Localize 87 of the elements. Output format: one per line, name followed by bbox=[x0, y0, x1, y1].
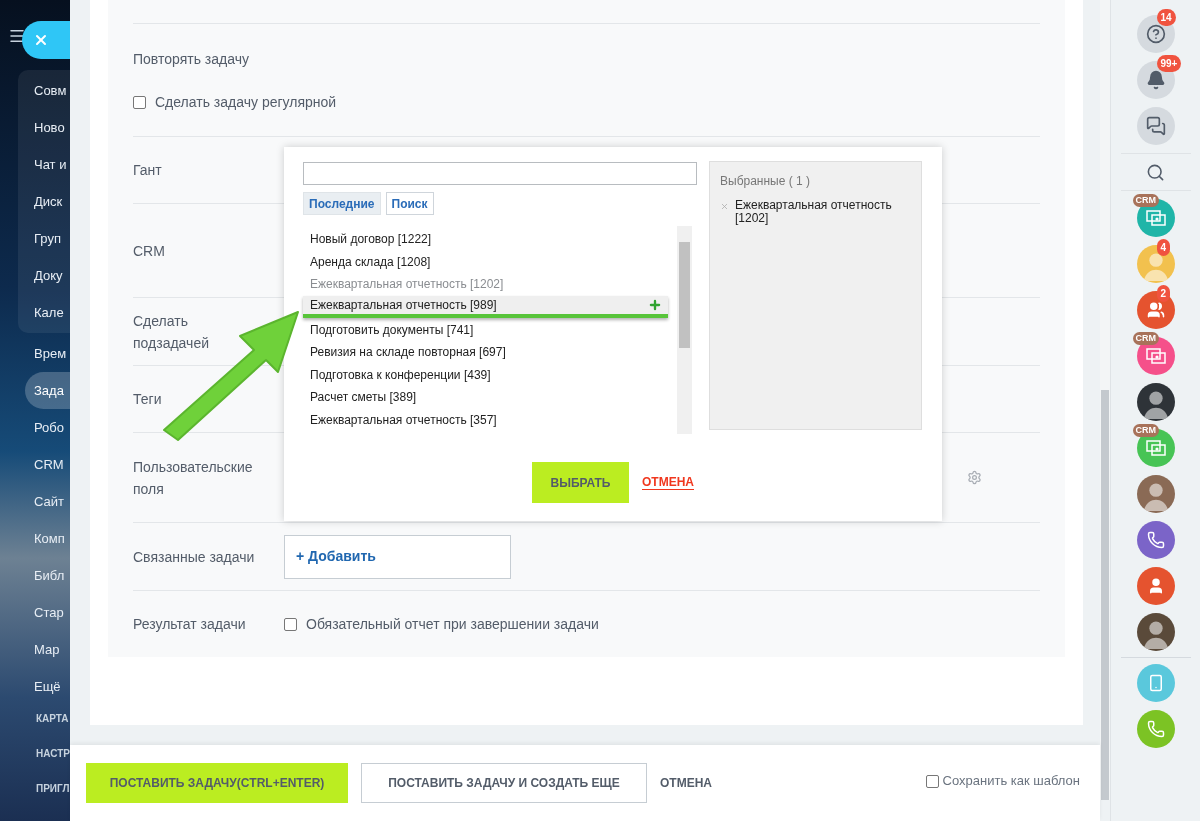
sidebar-item[interactable]: Совм bbox=[25, 72, 70, 109]
sidebar-section-link[interactable]: КАРТА bbox=[36, 711, 70, 726]
tab[interactable]: Поиск bbox=[385, 192, 434, 215]
sidebar-item[interactable]: Мар bbox=[25, 631, 70, 668]
sidebar-item[interactable]: CRM bbox=[25, 446, 70, 483]
selected-item: Ежеквартальная отчетность [1202] bbox=[735, 199, 893, 225]
field-label: Связанные задачи bbox=[133, 548, 255, 565]
add-button[interactable]: + Добавить bbox=[284, 534, 511, 579]
rail-button[interactable] bbox=[1136, 429, 1175, 467]
sidebar-item[interactable]: Ещё bbox=[25, 668, 70, 705]
task-list-item[interactable]: Расчет сметы [389] bbox=[303, 386, 668, 409]
field-label: Результат задачи bbox=[133, 616, 246, 632]
chat-icon bbox=[1145, 116, 1166, 136]
task-list-item[interactable]: Ежеквартальная отчетность [1202] bbox=[303, 273, 668, 296]
contact-card-icon bbox=[1145, 210, 1166, 226]
phone-icon bbox=[1146, 531, 1165, 549]
crm-tag: CRM bbox=[1132, 424, 1159, 437]
sidebar-item[interactable]: Зада bbox=[25, 372, 70, 409]
rail-button[interactable] bbox=[1136, 61, 1175, 99]
contact-card-icon bbox=[1145, 440, 1166, 456]
crm-tag: CRM bbox=[1132, 194, 1159, 207]
sidebar-section-link[interactable]: НАСТР bbox=[36, 746, 70, 761]
checkbox-label[interactable]: Сделать задачу регулярной bbox=[155, 91, 337, 113]
avatar[interactable] bbox=[1136, 383, 1175, 421]
help-icon bbox=[1145, 24, 1166, 44]
sidebar-item[interactable]: Диск bbox=[25, 183, 70, 220]
task-list-item[interactable]: Ревизия на складе повторная [697] bbox=[303, 340, 668, 364]
contact-card-icon bbox=[1145, 348, 1166, 364]
sidebar-item[interactable]: Чат и bbox=[25, 146, 70, 183]
rail-button[interactable] bbox=[1136, 337, 1175, 375]
tab[interactable]: Последние bbox=[303, 192, 381, 215]
search-icon[interactable] bbox=[1146, 162, 1165, 182]
sidebar-item[interactable]: Врем bbox=[25, 335, 70, 372]
rail-button[interactable] bbox=[1136, 521, 1175, 559]
rail-button[interactable] bbox=[1136, 199, 1175, 237]
sidebar-item[interactable]: Сайт bbox=[25, 483, 70, 520]
field-label: Пользовательские поля bbox=[133, 457, 254, 499]
sidebar-item[interactable]: Груп bbox=[25, 220, 70, 257]
rail-button[interactable] bbox=[1136, 107, 1175, 145]
task-list-item[interactable]: Подготовить документы [741] bbox=[303, 318, 668, 341]
submit-and-new-button[interactable]: ПОСТАВИТЬ ЗАДАЧУ И СОЗДАТЬ ЕЩЕ bbox=[361, 763, 647, 803]
task-list-item[interactable]: Аренда склада [1208] bbox=[303, 250, 668, 274]
task-list-item[interactable]: Подготовка к конференции [439] bbox=[303, 363, 668, 387]
checkbox[interactable] bbox=[284, 617, 297, 631]
rail-button[interactable] bbox=[1136, 15, 1175, 53]
checkbox-label[interactable]: Сохранить как шаблон bbox=[942, 771, 1080, 791]
scrollbar[interactable] bbox=[677, 226, 692, 434]
phone-icon bbox=[1146, 720, 1165, 738]
count-badge: 14 bbox=[1156, 9, 1176, 26]
sidebar-item[interactable]: Библ bbox=[25, 557, 70, 594]
count-badge: 99+ bbox=[1156, 55, 1182, 72]
field-label: Сделать подзадачей bbox=[133, 311, 210, 353]
field-label: CRM bbox=[133, 241, 166, 261]
checkbox-label[interactable]: Обязательный отчет при завершении задачи bbox=[306, 613, 599, 635]
checkbox[interactable] bbox=[925, 774, 939, 788]
sidebar-item[interactable]: Кале bbox=[25, 294, 70, 331]
bell-icon bbox=[1145, 70, 1166, 90]
close-icon bbox=[33, 32, 49, 48]
submit-button[interactable]: ПОСТАВИТЬ ЗАДАЧУ(CTRL+ENTER) bbox=[86, 763, 348, 803]
task-list-item[interactable]: Ежеквартальная отчетность [357] bbox=[303, 408, 668, 432]
sidebar-item[interactable]: Ново bbox=[25, 109, 70, 146]
field-label: Повторять задачу bbox=[133, 49, 250, 69]
field-label: Гант bbox=[133, 161, 163, 180]
sidebar-item[interactable]: Робо bbox=[25, 409, 70, 446]
avatar[interactable] bbox=[1136, 613, 1175, 651]
scrollbar[interactable] bbox=[1100, 0, 1110, 800]
sidebar-item[interactable]: Доку bbox=[25, 257, 70, 294]
sidebar-section-link[interactable]: ПРИГЛ bbox=[36, 781, 70, 796]
rail-button[interactable] bbox=[1136, 291, 1175, 329]
panel-title: Выбранные ( 1 ) bbox=[720, 173, 812, 190]
close-button[interactable] bbox=[22, 21, 70, 59]
select-button[interactable]: ВЫБРАТЬ bbox=[532, 462, 629, 503]
cancel-link[interactable]: ОТМЕНА bbox=[642, 475, 694, 490]
cancel-button[interactable]: ОТМЕНА bbox=[660, 774, 712, 792]
plus-icon[interactable] bbox=[648, 298, 662, 313]
checkbox[interactable] bbox=[133, 95, 146, 109]
rail-button[interactable] bbox=[1136, 567, 1175, 605]
field-label: Теги bbox=[133, 390, 163, 409]
task-list-item[interactable]: Ежеквартальная отчетность [989] bbox=[303, 295, 668, 319]
settings-icon[interactable] bbox=[967, 470, 982, 485]
search-field[interactable] bbox=[303, 161, 697, 185]
menu-icon[interactable] bbox=[8, 27, 26, 45]
task-list-item[interactable]: Новый договор [1222] bbox=[303, 228, 668, 251]
sidebar-item[interactable]: Комп bbox=[25, 520, 70, 557]
sidebar-item[interactable]: Стар bbox=[25, 594, 70, 631]
group-icon bbox=[1146, 301, 1165, 319]
crm-tag: CRM bbox=[1132, 332, 1159, 345]
